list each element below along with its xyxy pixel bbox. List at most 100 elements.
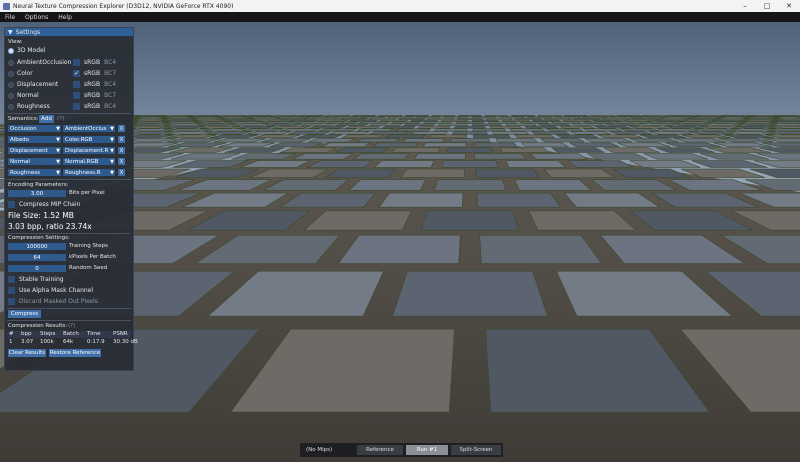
srgb-checkbox[interactable] [73,92,80,99]
semantic-type-select[interactable]: Displacement ▼ [8,147,61,154]
view-option-ambient-occlusion[interactable]: AmbientOcclusion sRGB BC4 [8,59,130,66]
training-steps-field[interactable]: 100000 [8,243,66,250]
restore-reference-button[interactable]: Restore Reference [49,349,101,357]
menu-file[interactable]: File [0,14,20,21]
radio-icon[interactable] [8,103,14,110]
semantic-type-select[interactable]: Occlusion ▼ [8,125,61,132]
cobblestone [231,123,270,127]
discard-masked-option[interactable]: Discard Masked Out Pixels [8,298,98,305]
cobblestone [422,142,467,148]
cobblestone [681,119,717,122]
view-option-roughness[interactable]: Roughness sRGB BC4 [8,103,130,110]
remove-semantic-button[interactable]: X [118,125,125,132]
encoding-label: Encoding Parameters: [8,182,69,188]
cobblestone [457,117,483,120]
kpixels-per-batch-field[interactable]: 64 [8,254,66,261]
view-option-3d-model[interactable]: 3D Model [8,47,45,54]
alpha-mask-option[interactable]: Use Alpha Mask Channel [8,287,93,294]
srgb-checkbox[interactable] [73,103,80,110]
view-option-color[interactable]: Color ✓ sRGB BC7 [8,70,130,77]
cobblestone [309,117,340,120]
col-header: Batch [63,331,79,337]
cobblestone [691,160,768,168]
alpha-mask-checkbox[interactable] [8,287,15,294]
cobblestone [572,117,602,120]
srgb-label: sRGB [84,92,101,99]
cobblestone [584,138,632,143]
menu-help[interactable]: Help [53,14,77,21]
srgb-checkbox[interactable] [73,59,80,66]
view-option-displacement[interactable]: Displacement sRGB BC4 [8,81,130,88]
discard-masked-checkbox[interactable] [8,298,15,305]
compress-button[interactable]: Compress [8,310,41,318]
semantic-type-select[interactable]: Normal ▼ [8,158,61,165]
cobblestone [521,142,570,148]
radio-icon[interactable] [8,59,14,66]
collapse-icon[interactable]: ▼ [8,29,13,36]
srgb-checkbox[interactable]: ✓ [73,70,80,77]
discard-masked-label: Discard Masked Out Pixels [19,298,98,305]
split-screen-button[interactable]: Split-Screen [451,445,501,455]
view-option-label: Normal [17,92,39,99]
menu-options[interactable]: Options [20,14,53,21]
view-option-normal[interactable]: Normal sRGB BC7 [8,92,130,99]
cobblestone [300,123,336,127]
cobblestone [254,119,289,122]
cobblestone [341,134,385,139]
stable-training-checkbox[interactable] [8,276,15,283]
semantic-channel-select[interactable]: Normal.RGB ▼ [63,158,115,165]
cobblestone [316,119,349,122]
random-seed-field[interactable]: 0 [8,265,66,272]
semantic-channel-select[interactable]: Displacement.R ▼ [63,147,115,154]
radio-icon[interactable] [8,81,14,88]
cobblestone [561,119,592,122]
remove-semantic-button[interactable]: X [118,169,125,176]
semantic-type-select[interactable]: Roughness ▼ [8,169,61,176]
cobblestone [531,119,561,122]
add-semantic-button[interactable]: Add [39,115,54,123]
table-row[interactable]: 1 3.07 100k 64k 0:17.9 30.30 dB [7,339,138,346]
cobblestone [471,116,497,119]
cobblestone [441,160,499,168]
clear-results-button[interactable]: Clear Results [8,349,46,357]
semantic-channel-select[interactable]: AmbientOcclus ▼ [63,125,115,132]
dropdown-arrow-icon: ▼ [56,147,60,154]
run-button[interactable]: Run #1 [406,445,448,455]
remove-semantic-button[interactable]: X [118,136,125,143]
cobblestone [665,142,722,148]
dropdown-arrow-icon: ▼ [110,169,114,176]
cobblestone [670,123,709,127]
close-icon[interactable]: ✕ [778,0,800,12]
semantic-type-value: Albedo [10,136,30,143]
cobblestone [420,210,520,231]
radio-icon[interactable] [8,70,14,77]
bits-per-pixel-slider[interactable]: 3.00 [8,190,66,197]
settings-header[interactable]: ▼ Settings [5,28,133,36]
training-steps-label: Training Steps [69,243,108,249]
reference-button[interactable]: Reference [357,445,403,455]
semantic-type-select[interactable]: Albedo ▼ [8,136,61,143]
help-icon[interactable]: (?) [68,323,75,329]
radio-icon[interactable] [8,92,14,99]
minimize-icon[interactable]: – [734,0,756,12]
stable-training-option[interactable]: Stable Training [8,276,64,283]
cobblestone [518,121,550,124]
remove-semantic-button[interactable]: X [118,147,125,154]
cobblestone [245,116,277,119]
table-cell: 30.30 dB [113,339,138,345]
semantic-channel-select[interactable]: Roughness.R ▼ [63,169,115,176]
cobblestone [387,116,415,119]
cobblestone [563,114,590,117]
remove-semantic-button[interactable]: X [118,158,125,165]
cobblestone [582,121,615,124]
maximize-icon[interactable]: □ [756,0,778,12]
cobblestone [509,128,546,132]
cobblestone [410,131,448,135]
compress-mip-checkbox[interactable] [8,201,15,208]
help-icon[interactable]: (?) [57,116,64,122]
cobblestone [613,121,648,124]
radio-icon[interactable] [8,47,14,54]
compress-mip-option[interactable]: Compress MIP Chain [8,201,80,208]
srgb-checkbox[interactable] [73,81,80,88]
semantic-channel-select[interactable]: Color.RGB ▼ [63,136,115,143]
